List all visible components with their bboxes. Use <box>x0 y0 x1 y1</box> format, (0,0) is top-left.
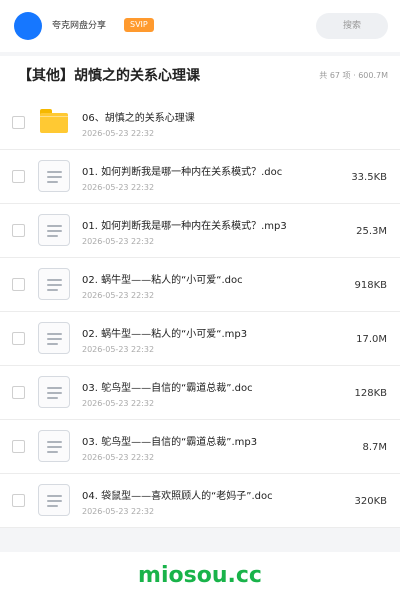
site-name: 夸克网盘分享 <box>52 21 107 31</box>
document-icon <box>38 484 70 516</box>
file-size: 8.7M <box>362 442 387 453</box>
file-date: 2026-05-23 22:32 <box>82 399 155 408</box>
document-icon <box>38 268 70 300</box>
file-row[interactable]: 02. 蜗牛型——粘人的“小可爱“.mp3 2026-05-23 22:32 1… <box>0 312 400 366</box>
file-row[interactable]: 04. 袋鼠型——喜欢照顾人的“老妈子”.doc 2026-05-23 22:3… <box>0 474 400 528</box>
folder-header: 【其他】胡慎之的关系心理课 共 67 项 · 600.7M <box>0 56 400 96</box>
row-checkbox[interactable] <box>12 278 25 291</box>
file-date: 2026-05-23 22:32 <box>82 183 155 192</box>
top-bar: 夸克网盘分享 SVIP 搜索 <box>0 0 400 52</box>
row-checkbox[interactable] <box>12 224 25 237</box>
file-date: 2026-05-23 22:32 <box>82 291 155 300</box>
row-checkbox[interactable] <box>12 332 25 345</box>
file-date: 2026-05-23 22:32 <box>82 453 155 462</box>
file-size: 33.5KB <box>351 172 387 183</box>
folder-meta: 共 67 项 · 600.7M <box>319 71 388 80</box>
file-name: 03. 鸵鸟型——自信的“霸道总裁”.doc <box>82 383 253 394</box>
file-name: 01. 如何判断我是哪一种内在关系模式？.doc <box>82 167 283 178</box>
row-checkbox[interactable] <box>12 386 25 399</box>
document-icon <box>38 430 70 462</box>
file-size: 128KB <box>354 388 387 399</box>
file-name: 03. 鸵鸟型——自信的“霸道总裁”.mp3 <box>82 437 258 448</box>
svip-badge: SVIP <box>124 18 154 32</box>
file-row[interactable]: 02. 蜗牛型——粘人的“小可爱“.doc 2026-05-23 22:32 9… <box>0 258 400 312</box>
file-row[interactable]: 03. 鸵鸟型——自信的“霸道总裁”.mp3 2026-05-23 22:32 … <box>0 420 400 474</box>
file-size: 918KB <box>354 280 387 291</box>
file-row[interactable]: 03. 鸵鸟型——自信的“霸道总裁”.doc 2026-05-23 22:32 … <box>0 366 400 420</box>
file-name: 02. 蜗牛型——粘人的“小可爱“.doc <box>82 275 243 286</box>
file-name: 01. 如何判断我是哪一种内在关系模式？.mp3 <box>82 221 287 232</box>
document-icon <box>38 214 70 246</box>
search-button[interactable]: 搜索 <box>316 13 388 39</box>
file-row[interactable]: 01. 如何判断我是哪一种内在关系模式？.mp3 2026-05-23 22:3… <box>0 204 400 258</box>
row-checkbox[interactable] <box>12 116 25 129</box>
document-icon <box>38 160 70 192</box>
file-size: 25.3M <box>356 226 387 237</box>
file-name: 06、胡慎之的关系心理课 <box>82 113 195 124</box>
site-watermark: miosou.cc <box>138 563 262 588</box>
file-size: 17.0M <box>356 334 387 345</box>
document-icon <box>38 376 70 408</box>
file-date: 2026-05-23 22:32 <box>82 507 155 516</box>
file-size: 320KB <box>354 496 387 507</box>
row-checkbox[interactable] <box>12 440 25 453</box>
avatar[interactable] <box>14 12 42 40</box>
file-date: 2026-05-23 22:32 <box>82 129 155 138</box>
row-checkbox[interactable] <box>12 494 25 507</box>
file-row[interactable]: 06、胡慎之的关系心理课 2026-05-23 22:32 <box>0 96 400 150</box>
row-checkbox[interactable] <box>12 170 25 183</box>
file-row[interactable]: 01. 如何判断我是哪一种内在关系模式？.doc 2026-05-23 22:3… <box>0 150 400 204</box>
footer: miosou.cc <box>0 552 400 600</box>
file-date: 2026-05-23 22:32 <box>82 237 155 246</box>
file-name: 04. 袋鼠型——喜欢照顾人的“老妈子”.doc <box>82 491 273 502</box>
folder-title: 【其他】胡慎之的关系心理课 <box>18 68 200 84</box>
file-name: 02. 蜗牛型——粘人的“小可爱“.mp3 <box>82 329 248 340</box>
folder-icon <box>38 106 70 138</box>
file-list: 06、胡慎之的关系心理课 2026-05-23 22:32 01. 如何判断我是… <box>0 96 400 528</box>
file-date: 2026-05-23 22:32 <box>82 345 155 354</box>
document-icon <box>38 322 70 354</box>
